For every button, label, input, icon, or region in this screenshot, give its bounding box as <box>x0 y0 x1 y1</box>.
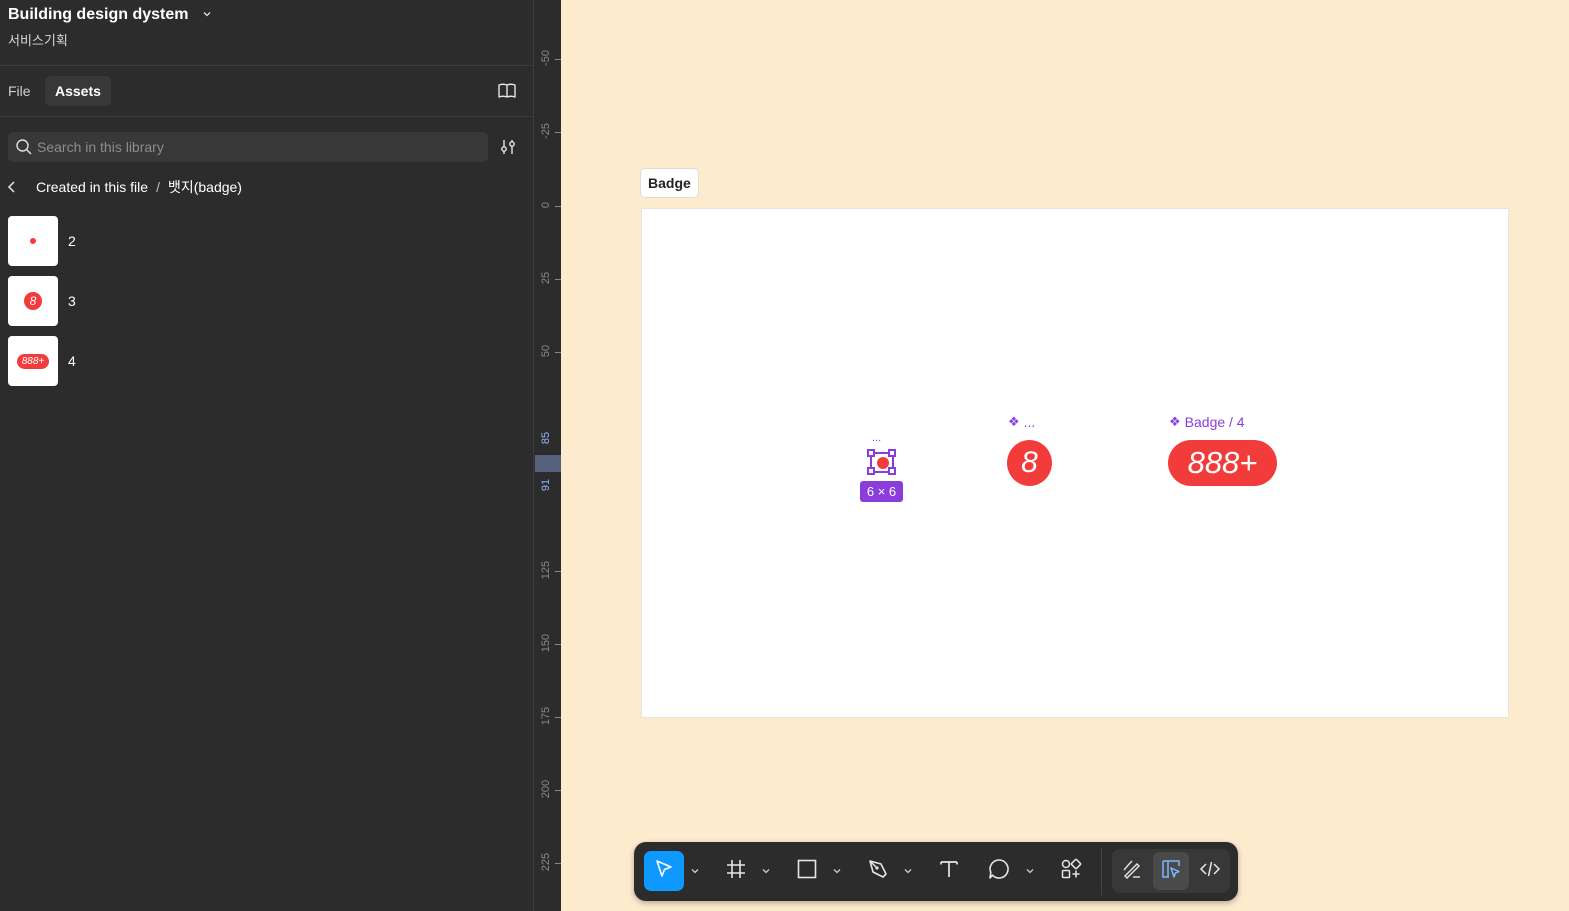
bottom-toolbar <box>634 842 1238 901</box>
chevron-down-icon[interactable] <box>761 866 771 876</box>
component-icon: ❖ <box>1169 414 1181 429</box>
actions-icon <box>1059 857 1083 886</box>
chevron-down-icon[interactable] <box>1025 866 1035 876</box>
asset-label: 3 <box>68 293 76 309</box>
pill-badge[interactable]: 888+ <box>1168 440 1277 486</box>
resize-handle[interactable] <box>888 467 896 475</box>
ruler-tick-label: 25 <box>540 271 552 285</box>
search-input[interactable] <box>37 132 477 162</box>
ruler-tick-label: -50 <box>540 50 552 66</box>
chevron-down-icon[interactable] <box>690 866 700 876</box>
component-label: ... <box>1023 414 1036 430</box>
dot-badge-name[interactable]: ... <box>872 432 881 444</box>
badge-frame[interactable] <box>641 208 1509 718</box>
frame-label[interactable]: Badge <box>640 168 699 198</box>
draw-mode-button[interactable] <box>1114 852 1150 890</box>
pen-icon <box>866 857 890 886</box>
ruler-tick-label: 150 <box>540 633 552 653</box>
panel-tabs: File Assets <box>0 76 533 106</box>
left-sidebar: Building design dystem 서비스기획 File Assets… <box>0 0 533 911</box>
component-icon: ❖ <box>1008 414 1020 429</box>
ruler-selection-start: 85 <box>540 431 552 445</box>
book-icon[interactable] <box>496 80 518 102</box>
ruler-tick-label: 225 <box>540 852 552 872</box>
pill-badge-preview: 888+ <box>16 353 50 369</box>
ruler-tick-label: 125 <box>540 560 552 580</box>
design-mode-icon <box>1160 858 1182 885</box>
dot-badge-preview <box>30 238 36 244</box>
chevron-down-icon[interactable] <box>832 866 842 876</box>
number-badge[interactable]: 8 <box>1007 440 1052 486</box>
comment-tool-button[interactable] <box>979 851 1019 891</box>
rectangle-tool-button[interactable] <box>787 851 827 891</box>
ruler-tick-label: 0 <box>540 201 552 209</box>
text-icon <box>938 858 960 885</box>
chevron-left-icon[interactable] <box>7 176 25 198</box>
chevron-down-icon[interactable] <box>202 6 212 24</box>
vertical-ruler[interactable]: -50 -25 0 25 50 85 91 125 150 175 200 22… <box>533 0 561 911</box>
breadcrumb-current: 뱃지(badge) <box>167 179 242 195</box>
move-icon <box>652 857 676 886</box>
number-badge-name[interactable]: ❖ ... <box>1008 414 1035 430</box>
pen-tool-button[interactable] <box>858 851 898 891</box>
dev-mode-button[interactable] <box>1192 852 1228 890</box>
move-tool-button[interactable] <box>644 851 684 891</box>
breadcrumb-separator: / <box>156 179 160 195</box>
breadcrumb: Created in this file / 뱃지(badge) <box>7 176 242 198</box>
asset-label: 2 <box>68 233 76 249</box>
ruler-tick-label: 50 <box>540 344 552 358</box>
design-canvas[interactable]: Badge ... 6 × 6 ❖ ... 8 ❖ Badge / 4 888+ <box>561 0 1569 911</box>
mode-switcher <box>1112 849 1230 893</box>
design-mode-button[interactable] <box>1153 852 1189 890</box>
resize-handle[interactable] <box>867 449 875 457</box>
rectangle-icon <box>796 858 818 885</box>
ruler-selection-highlight <box>535 455 561 472</box>
search-icon <box>15 138 33 161</box>
team-name[interactable]: 서비스기획 <box>8 30 212 49</box>
ruler-tick-label: 200 <box>540 779 552 799</box>
component-label: Badge / 4 <box>1184 414 1245 430</box>
breadcrumb-root[interactable]: Created in this file <box>36 179 148 195</box>
file-title[interactable]: Building design dystem <box>8 6 188 24</box>
ruler-tick-label: -25 <box>540 123 552 139</box>
asset-item-3[interactable]: 8 3 <box>8 276 518 326</box>
asset-thumbnail[interactable]: 8 <box>8 276 58 326</box>
frame-icon <box>725 858 747 885</box>
pill-badge-name[interactable]: ❖ Badge / 4 <box>1169 414 1245 430</box>
tab-assets[interactable]: Assets <box>45 76 111 106</box>
ruler-selection-end: 91 <box>540 478 552 492</box>
draw-mode-icon <box>1121 858 1143 885</box>
library-filter-icon[interactable] <box>497 136 519 158</box>
dimension-tag: 6 × 6 <box>860 481 903 502</box>
frame-tool-button[interactable] <box>716 851 756 891</box>
resize-handle[interactable] <box>888 449 896 457</box>
asset-item-4[interactable]: 888+ 4 <box>8 336 518 386</box>
asset-item-2[interactable]: 2 <box>8 216 518 266</box>
toolbar-divider <box>1101 848 1102 895</box>
file-header: Building design dystem 서비스기획 <box>8 6 212 49</box>
text-tool-button[interactable] <box>929 851 969 891</box>
resize-handle[interactable] <box>867 467 875 475</box>
asset-label: 4 <box>68 353 76 369</box>
dev-mode-icon <box>1199 858 1221 885</box>
ruler-tick-label: 175 <box>540 706 552 726</box>
search-box[interactable] <box>8 132 488 162</box>
tab-file[interactable]: File <box>7 76 32 106</box>
asset-thumbnail[interactable]: 888+ <box>8 336 58 386</box>
divider <box>0 116 533 117</box>
comment-icon <box>987 857 1011 886</box>
divider <box>0 65 533 66</box>
actions-button[interactable] <box>1051 851 1091 891</box>
number-badge-preview: 8 <box>24 292 42 310</box>
chevron-down-icon[interactable] <box>903 866 913 876</box>
asset-thumbnail[interactable] <box>8 216 58 266</box>
file-title-row[interactable]: Building design dystem <box>8 6 212 24</box>
